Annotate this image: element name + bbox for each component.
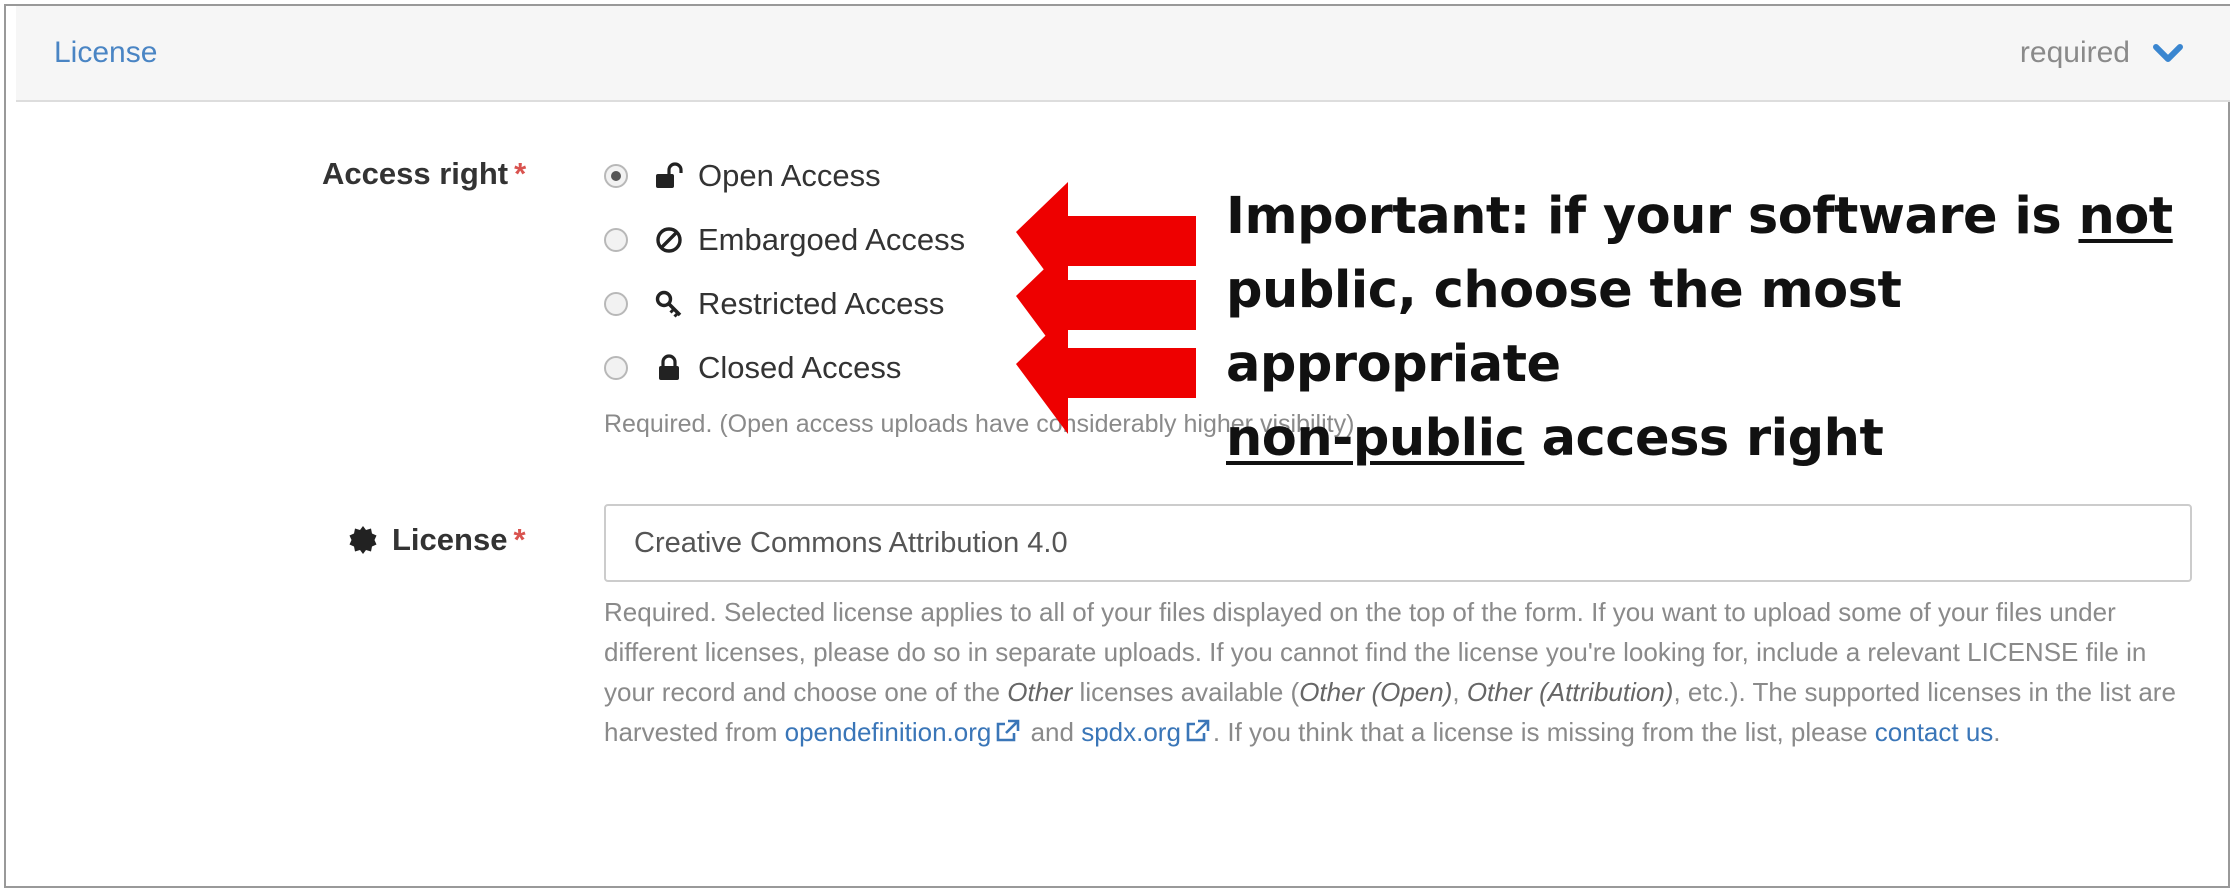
panel-title[interactable]: License xyxy=(54,36,157,70)
panel-header[interactable]: License required xyxy=(16,6,2230,102)
key-icon xyxy=(655,290,682,318)
external-link-icon[interactable] xyxy=(1184,719,1210,743)
radio-button[interactable] xyxy=(604,164,628,188)
contact-us-link[interactable]: contact us xyxy=(1875,717,1994,747)
note-underlined: not xyxy=(2078,187,2173,246)
note-underlined: non-public xyxy=(1226,409,1525,468)
option-label: Restricted Access xyxy=(698,286,945,321)
annotation-note: Important: if your software is not publi… xyxy=(1226,180,2226,476)
required-indicator: required xyxy=(2019,36,2130,69)
red-arrow-closed xyxy=(1016,314,1196,434)
required-star: * xyxy=(513,522,526,557)
access-right-label-text: Access right xyxy=(322,156,509,191)
license-label-text: License xyxy=(392,522,508,557)
help-other-attribution: Other (Attribution) xyxy=(1466,677,1674,707)
option-label: Closed Access xyxy=(698,350,902,385)
spdx-link[interactable]: spdx.org xyxy=(1081,717,1181,747)
required-star: * xyxy=(514,156,527,191)
radio-button[interactable] xyxy=(604,292,628,316)
help-text: . If you think that a license is missing… xyxy=(1212,717,1875,747)
external-link-icon[interactable] xyxy=(994,719,1020,743)
license-label: License * xyxy=(348,522,526,558)
lock-icon xyxy=(659,354,679,380)
help-text: . xyxy=(1993,717,2001,747)
radio-button[interactable] xyxy=(604,356,628,380)
ban-icon xyxy=(656,227,682,253)
certificate-icon xyxy=(349,526,377,554)
help-text: licenses available ( xyxy=(1072,677,1300,707)
help-other-open: Other (Open) xyxy=(1299,677,1453,707)
help-other: Other xyxy=(1007,677,1073,707)
option-label: Open Access xyxy=(698,158,881,193)
note-text: access right xyxy=(1524,409,1884,468)
note-line-1: Important: if your software is not xyxy=(1226,180,2226,254)
license-input[interactable] xyxy=(604,504,2192,582)
radio-open-access[interactable]: Open Access xyxy=(604,156,881,196)
note-line-2: public, choose the most appropriate xyxy=(1226,261,1902,394)
note-line-3: non-public access right xyxy=(1226,402,2226,476)
license-help: Required. Selected license applies to al… xyxy=(604,592,2204,752)
chevron-down-icon[interactable] xyxy=(2148,34,2188,74)
unlock-icon xyxy=(656,162,683,188)
help-text: and xyxy=(1023,717,1082,747)
access-right-label: Access right * xyxy=(322,156,526,192)
radio-restricted-access[interactable]: Restricted Access xyxy=(604,284,944,324)
option-label: Embargoed Access xyxy=(698,222,966,257)
radio-embargoed-access[interactable]: Embargoed Access xyxy=(604,220,965,260)
radio-button[interactable] xyxy=(604,228,628,252)
opendefinition-link[interactable]: opendefinition.org xyxy=(785,717,992,747)
radio-closed-access[interactable]: Closed Access xyxy=(604,348,901,388)
note-text: Important: if your software is xyxy=(1226,187,2079,246)
help-text: , xyxy=(1452,677,1467,707)
